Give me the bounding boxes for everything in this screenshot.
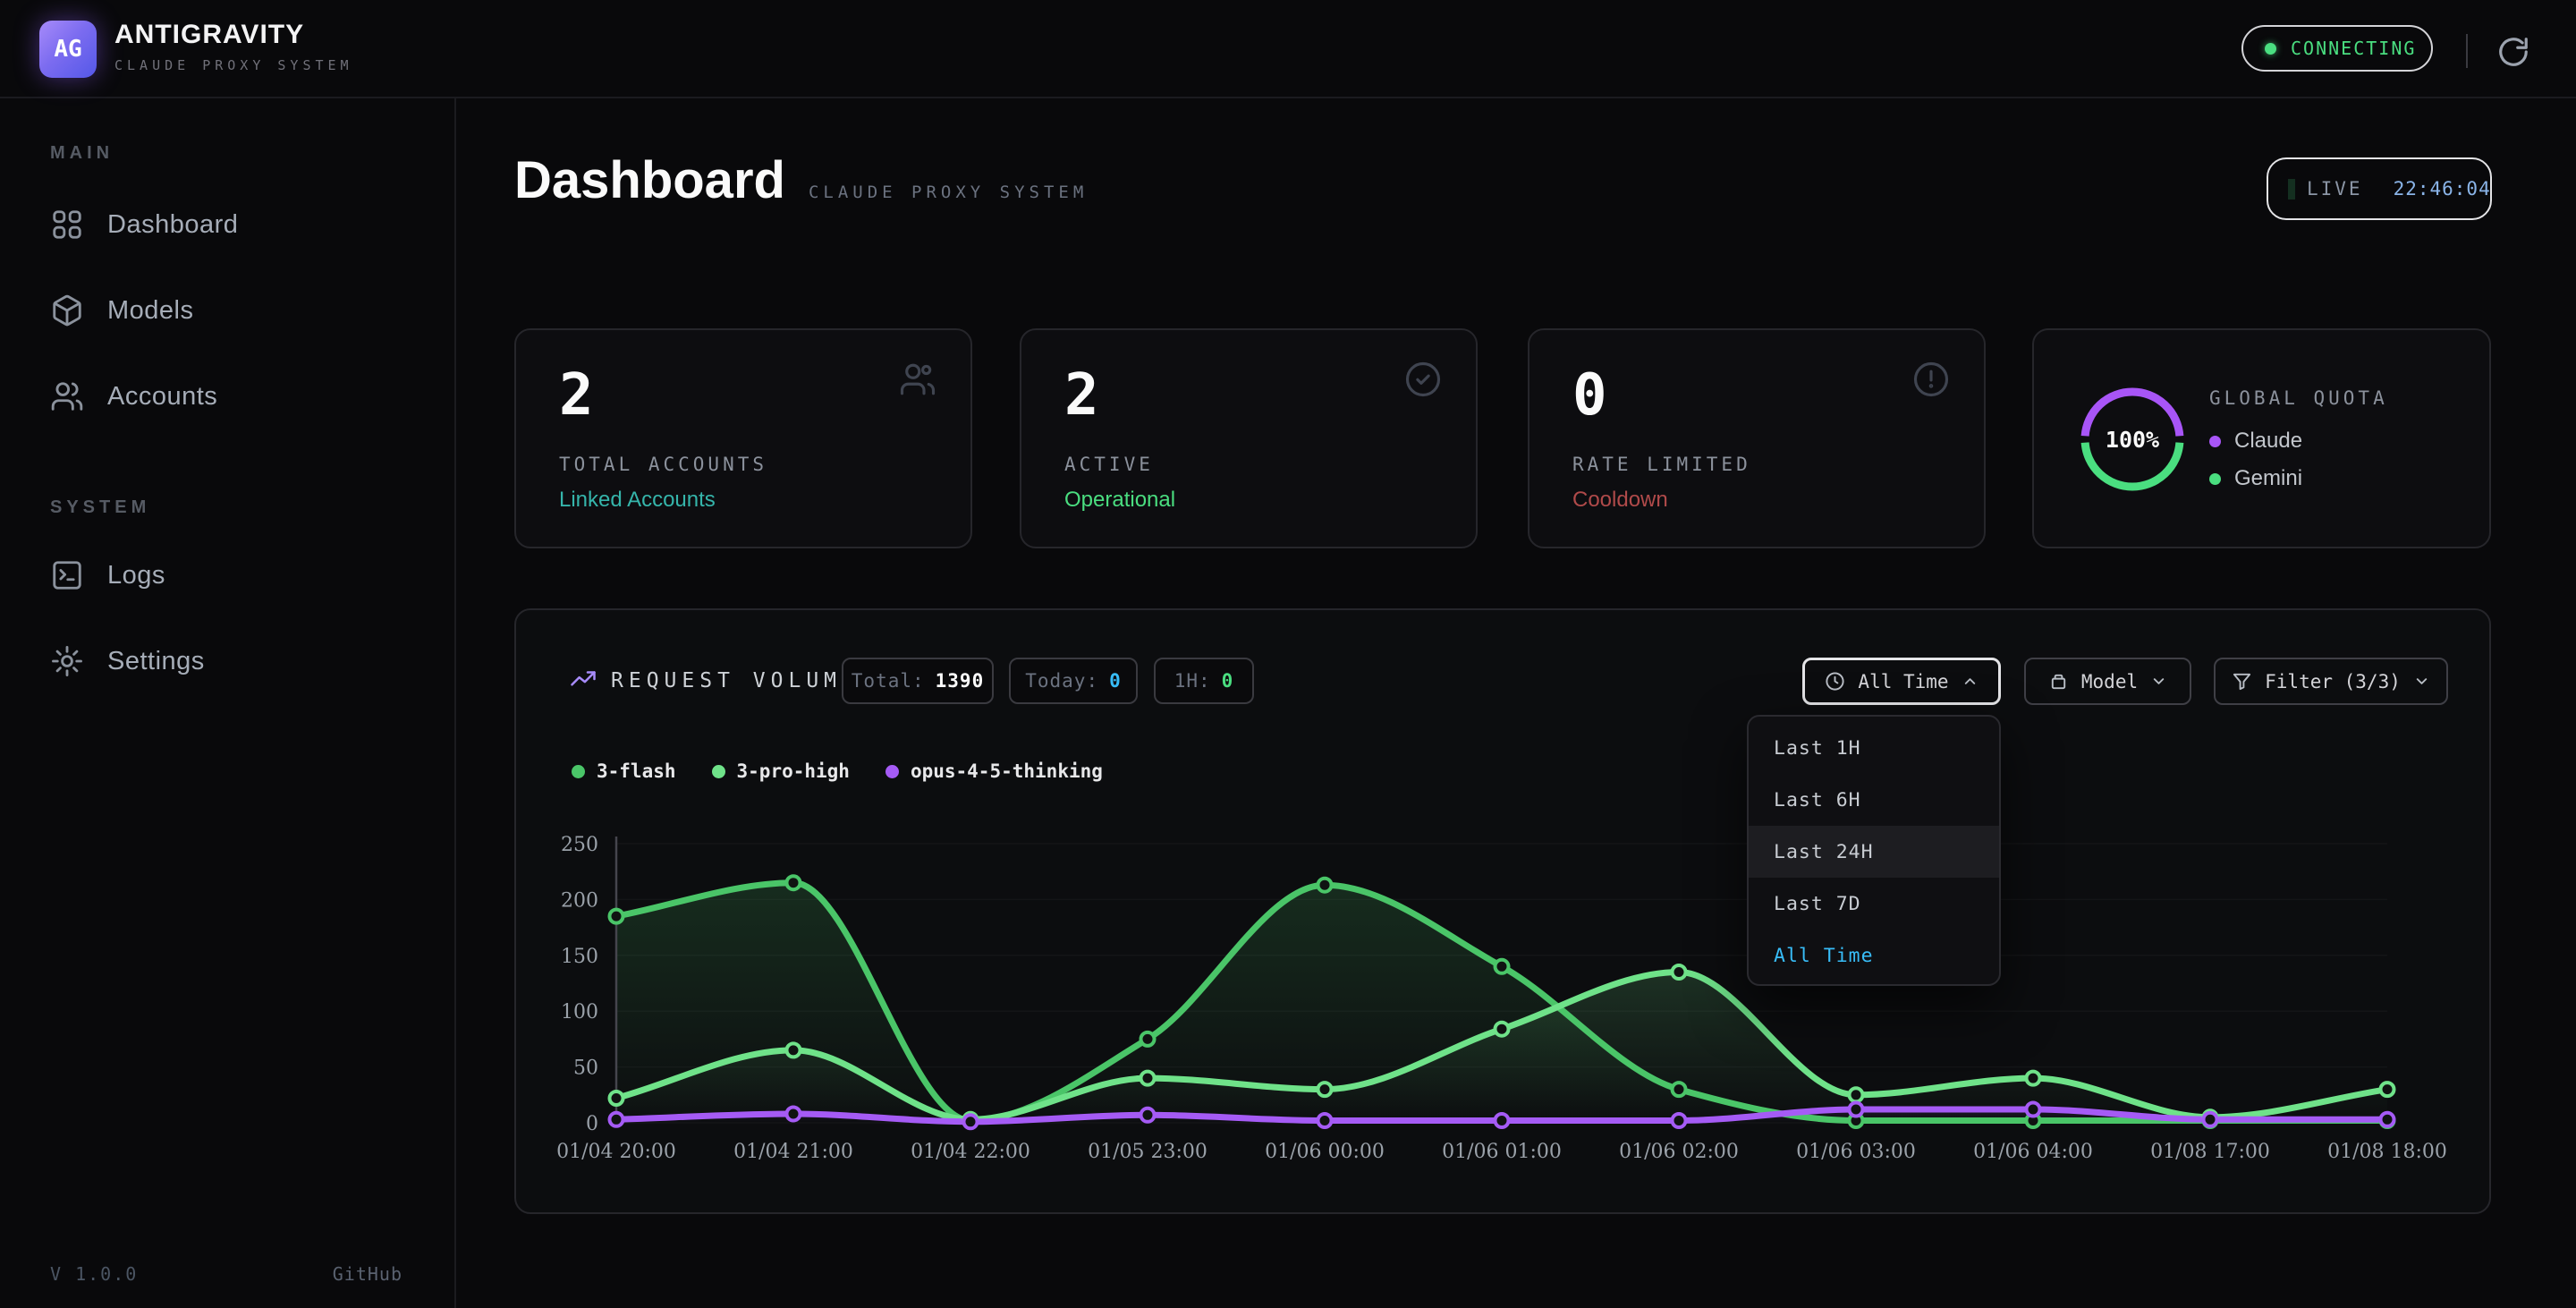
sidebar-item-label: Accounts	[107, 382, 217, 412]
legend-label: 3-flash	[597, 760, 676, 782]
svg-text:100: 100	[561, 1001, 598, 1023]
dropdown-option-last-1h[interactable]: Last 1H	[1749, 722, 1999, 774]
quota-label: GLOBAL QUOTA	[2209, 387, 2388, 409]
dropdown-option-last-24h[interactable]: Last 24H	[1749, 826, 1999, 878]
sidebar-section-main: MAIN	[50, 143, 114, 164]
svg-text:01/04 22:00: 01/04 22:00	[911, 1141, 1030, 1163]
svg-text:150: 150	[561, 946, 598, 968]
quota-legend-claude: Claude	[2209, 429, 2302, 454]
sidebar-item-models[interactable]: Models	[39, 283, 415, 338]
stat-label: ACTIVE	[1064, 454, 1154, 475]
version-label: V 1.0.0	[50, 1263, 138, 1285]
refresh-button[interactable]	[2494, 32, 2533, 72]
stat-value: 0	[1572, 362, 1607, 429]
cube-icon	[50, 293, 84, 327]
stat-card-rate-limited: 0 RATE LIMITED Cooldown	[1528, 328, 1986, 548]
svg-text:01/05 23:00: 01/05 23:00	[1088, 1141, 1208, 1163]
stat-label: RATE LIMITED	[1572, 454, 1751, 475]
legend-label: Claude	[2234, 429, 2302, 454]
quota-legend-gemini: Gemini	[2209, 466, 2302, 491]
live-status-badge: LIVE 22:46:04	[2267, 157, 2492, 220]
sidebar-item-label: Settings	[107, 647, 205, 676]
svg-text:01/08 18:00: 01/08 18:00	[2327, 1141, 2447, 1163]
quota-percent: 100%	[2073, 380, 2191, 498]
legend-dot-icon	[2209, 473, 2221, 485]
svg-text:01/06 03:00: 01/06 03:00	[1796, 1141, 1916, 1163]
page-header: Dashboard CLAUDE PROXY SYSTEM	[514, 150, 1088, 210]
svg-text:01/04 21:00: 01/04 21:00	[733, 1141, 853, 1163]
alert-circle-icon	[1912, 361, 1950, 403]
page-subtitle: CLAUDE PROXY SYSTEM	[809, 183, 1088, 202]
app-subtitle: CLAUDE PROXY SYSTEM	[114, 57, 353, 73]
legend-item-3-flash: 3-flash	[572, 760, 676, 782]
stat-card-total-accounts: 2 TOTAL ACCOUNTS Linked Accounts	[514, 328, 972, 548]
dropdown-option-last-7d[interactable]: Last 7D	[1749, 878, 1999, 930]
app-logo: AG	[39, 21, 97, 78]
svg-text:0: 0	[586, 1113, 598, 1135]
time-range-dropdown-menu: Last 1HLast 6HLast 24HLast 7DAll Time	[1747, 715, 2001, 986]
connection-status-label: CONNECTING	[2291, 38, 2416, 59]
stat-label: TOTAL ACCOUNTS	[559, 454, 767, 475]
sidebar-item-dashboard[interactable]: Dashboard	[39, 197, 415, 252]
sidebar-item-logs[interactable]: Logs	[39, 548, 415, 603]
request-volume-panel: REQUEST VOLUME Total: 1390 Today: 0 1H: …	[514, 608, 2491, 1214]
legend-dot-icon	[2209, 436, 2221, 447]
request-volume-chart: 0 50 100 150 200 250 01/04 20:00 01/04 21:00 01/…	[516, 610, 2493, 1216]
check-circle-icon	[1404, 361, 1442, 403]
layout-grid-icon	[50, 208, 84, 242]
chart-legend: 3-flash 3-pro-high opus-4-5-thinking	[572, 760, 1103, 782]
dropdown-option-last-6h[interactable]: Last 6H	[1749, 774, 1999, 826]
users-icon	[899, 361, 936, 403]
live-label: LIVE	[2307, 178, 2363, 200]
top-bar: AG ANTIGRAVITY CLAUDE PROXY SYSTEM CONNE…	[0, 0, 2576, 98]
sidebar-item-settings[interactable]: Settings	[39, 633, 415, 689]
connection-status-badge[interactable]: CONNECTING	[2241, 25, 2433, 72]
terminal-icon	[50, 558, 84, 592]
svg-text:01/04 20:00: 01/04 20:00	[556, 1141, 676, 1163]
svg-text:01/08 17:00: 01/08 17:00	[2150, 1141, 2270, 1163]
stat-value: 2	[559, 362, 594, 429]
svg-text:01/06 01:00: 01/06 01:00	[1442, 1141, 1562, 1163]
sidebar-item-accounts[interactable]: Accounts	[39, 369, 415, 424]
live-clock: 22:46:04	[2394, 178, 2491, 200]
quota-ring: 100%	[2073, 380, 2191, 498]
github-link[interactable]: GitHub	[333, 1263, 402, 1285]
svg-text:50: 50	[573, 1057, 598, 1080]
legend-label: opus-4-5-thinking	[911, 760, 1103, 782]
refresh-icon	[2496, 35, 2530, 69]
svg-text:01/06 02:00: 01/06 02:00	[1619, 1141, 1739, 1163]
sidebar: MAIN Dashboard Models Accounts SYSTEM Lo…	[0, 98, 456, 1308]
dropdown-option-all-time[interactable]: All Time	[1749, 930, 1999, 981]
stat-sublabel: Cooldown	[1572, 488, 1668, 513]
stat-sublabel: Operational	[1064, 488, 1175, 513]
topbar-divider	[2466, 34, 2468, 68]
stat-value: 2	[1064, 362, 1099, 429]
legend-dot-icon	[572, 765, 585, 778]
svg-text:01/06 04:00: 01/06 04:00	[1973, 1141, 2093, 1163]
sidebar-item-label: Dashboard	[107, 210, 238, 240]
gear-icon	[50, 644, 84, 678]
page-title: Dashboard	[514, 150, 785, 210]
legend-label: Gemini	[2234, 466, 2302, 491]
svg-text:200: 200	[561, 889, 598, 912]
app-title: ANTIGRAVITY	[114, 20, 304, 50]
sidebar-section-system: SYSTEM	[50, 497, 150, 518]
legend-dot-icon	[886, 765, 899, 778]
legend-item-3-pro-high: 3-pro-high	[712, 760, 850, 782]
stat-card-global-quota: 100% GLOBAL QUOTA Claude Gemini	[2032, 328, 2491, 548]
legend-label: 3-pro-high	[737, 760, 850, 782]
sidebar-item-label: Logs	[107, 561, 165, 590]
svg-text:250: 250	[561, 834, 598, 856]
stat-card-active: 2 ACTIVE Operational	[1020, 328, 1478, 548]
stat-sublabel: Linked Accounts	[559, 488, 716, 513]
legend-dot-icon	[712, 765, 725, 778]
legend-item-opus-4-5-thinking: opus-4-5-thinking	[886, 760, 1103, 782]
users-icon	[50, 379, 84, 413]
sidebar-item-label: Models	[107, 296, 194, 326]
status-dot-icon	[2265, 43, 2276, 55]
svg-text:01/06 00:00: 01/06 00:00	[1265, 1141, 1385, 1163]
